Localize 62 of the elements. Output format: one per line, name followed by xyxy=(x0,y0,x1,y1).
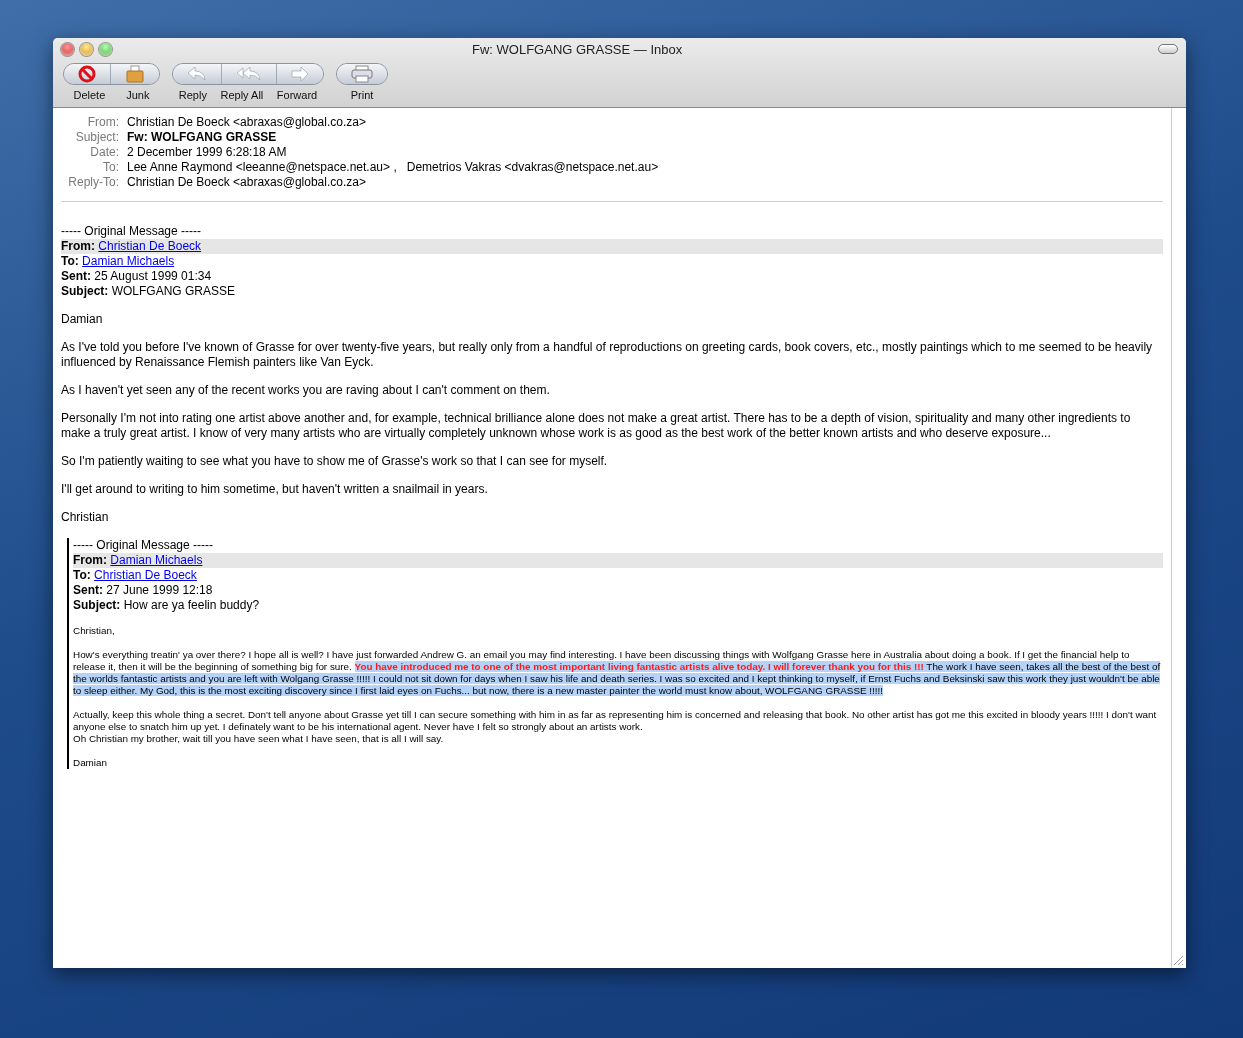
message-paragraph: I'll get around to writing to him sometime, but haven't written a snailmail in years. xyxy=(61,482,489,497)
message-paragraph: Damian xyxy=(61,312,104,327)
toolbar-button[interactable] xyxy=(110,64,159,84)
message-paragraph: Christian, xyxy=(73,625,116,637)
zoom-button[interactable] xyxy=(99,42,112,56)
header-label: Subject: xyxy=(61,284,109,298)
right-arrow-icon xyxy=(291,67,309,81)
toolbar-button-label[interactable]: Reply All xyxy=(217,89,267,101)
toolbar-toggle-button[interactable] xyxy=(1158,44,1178,54)
no-entry-icon xyxy=(78,65,96,83)
printer-icon xyxy=(351,65,373,83)
header-label: Sent: xyxy=(73,583,103,597)
message-paragraph: So I'm patiently waiting to see what you have to show me of Grasse's work so that I can see for myself. xyxy=(61,454,609,469)
toolbar-button[interactable] xyxy=(276,64,323,84)
minimize-button[interactable] xyxy=(80,42,93,56)
message-paragraph: Actually, keep this whole thing a secret. Don't tell anyone about Grasse yet till I can secure something with him in as far as representing him is concerned and releasing that book. No other artist has got me this excited in bloody years !!!!! I don't want anyone else to snatch him up yet. I definately want to be his international agent. Never have I felt so strongly about an artists work. Oh Christian my brother, wait till you have seen what I have seen, that is all I will say. xyxy=(73,709,1158,745)
contact-link[interactable]: Christian De Boeck xyxy=(98,239,202,253)
header-label: To: xyxy=(61,254,79,268)
toolbar-button[interactable] xyxy=(337,64,387,84)
header-value: Fw: WOLFGANG GRASSE xyxy=(127,130,278,144)
header-label: From: xyxy=(73,553,107,567)
toolbar-button-label[interactable]: Delete xyxy=(70,89,109,101)
header-label: Date: xyxy=(89,145,119,159)
header-value: Lee Anne Raymond <leeanne@netspace.net.au> , Demetrios Vakras <dvakras@netspace.net.au> xyxy=(127,160,660,174)
header-label: To: xyxy=(102,160,119,174)
window-title: Fw: WOLFGANG GRASSE — Inbox xyxy=(471,41,684,57)
header-value: Christian De Boeck <abraxas@global.co.za> xyxy=(127,115,367,129)
toolbar-button-label[interactable]: Junk xyxy=(123,89,153,101)
toolbar-button-label[interactable]: Forward xyxy=(273,89,321,101)
reply-arrow-icon xyxy=(187,67,207,81)
toolbar-button[interactable] xyxy=(64,64,110,84)
message-paragraph: As I've told you before I've known of Grasse for over twenty-five years, but really only from a handful of reproductions on greeting cards, book covers, etc., mostly paintings which to me seemed to be heavily influenced by Renaissance Flemish painters like Van Eyck. xyxy=(61,340,1154,370)
message-paragraph: How's everything treatin' ya over there? I hope all is well? I have just forwarded Andrew G. an email you may find interesting. I have been discussing things with Wolfgang Grasse here in Australia about doing a book. If I get the financial help to release it, then it will be the beginning of something big for sure. You have introduced me to one of the most important living fantastic artists alive today. I will forever thank you for this !!! The work I have seen, takes all the best of the best of the worlds fantastic artists and you are left with Wolgang Grasse !!!!! I could not sit down for days when I saw his life and death series. I was so excited and I kept thinking to myself, if Ernst Fuchs and Beksinski saw this work they just wouldn't be able to sleep either. My God, this is the most exciting discovery since I first laid eyes on Fuchs... but now, there is a new master painter the world must know about, WOLFGANG GRASSE !!!!! xyxy=(73,649,1162,697)
message-paragraph: As I haven't yet seen any of the recent works you are raving about I can't comment on them. xyxy=(61,383,551,398)
message-paragraph: Christian xyxy=(61,510,110,525)
header-value: WOLFGANG GRASSE xyxy=(111,284,236,298)
original-message-marker: ----- Original Message ----- xyxy=(73,538,214,553)
contact-link[interactable]: Christian De Boeck xyxy=(94,568,197,582)
original-message-marker: ----- Original Message ----- xyxy=(61,224,202,239)
header-value: 25 August 1999 01:34 xyxy=(94,269,212,283)
header-label: From: xyxy=(86,115,119,129)
header-label: To: xyxy=(73,568,91,582)
message-paragraph: Damian xyxy=(73,757,109,769)
toolbar-button-label[interactable]: Reply xyxy=(175,89,210,101)
toolbar-button[interactable] xyxy=(173,64,221,84)
contact-link[interactable]: Damian Michaels xyxy=(110,553,203,567)
header-label: Subject: xyxy=(74,130,119,144)
header-value: How are ya feelin buddy? xyxy=(123,598,260,612)
double-arrow-icon xyxy=(236,67,262,81)
resize-grip-icon[interactable] xyxy=(1173,955,1184,966)
message-paragraph: Personally I'm not into rating one artist above another and, for example, technical brilliance alone does not make a great artist. There has to be a depth of vision, spirituality and many other ingredients to make a truly great artist. I know of very many artists who are virtually completely unknown whose work is as good as the best work of the better known artists and who deserve exposure... xyxy=(61,411,1132,441)
header-label: Reply-To: xyxy=(67,175,119,189)
header-label: Subject: xyxy=(73,598,121,612)
header-label: From: xyxy=(61,239,95,253)
close-button[interactable] xyxy=(61,42,74,56)
toolbar-button[interactable] xyxy=(221,64,276,84)
toolbar-button-label[interactable]: Print xyxy=(347,89,377,101)
header-value: 2 December 1999 6:28:18 AM xyxy=(127,145,288,159)
header-value: Christian De Boeck <abraxas@global.co.za> xyxy=(127,175,367,189)
header-value: 27 June 1999 12:18 xyxy=(106,583,213,597)
header-label: Sent: xyxy=(61,269,91,283)
contact-link[interactable]: Damian Michaels xyxy=(82,254,175,268)
